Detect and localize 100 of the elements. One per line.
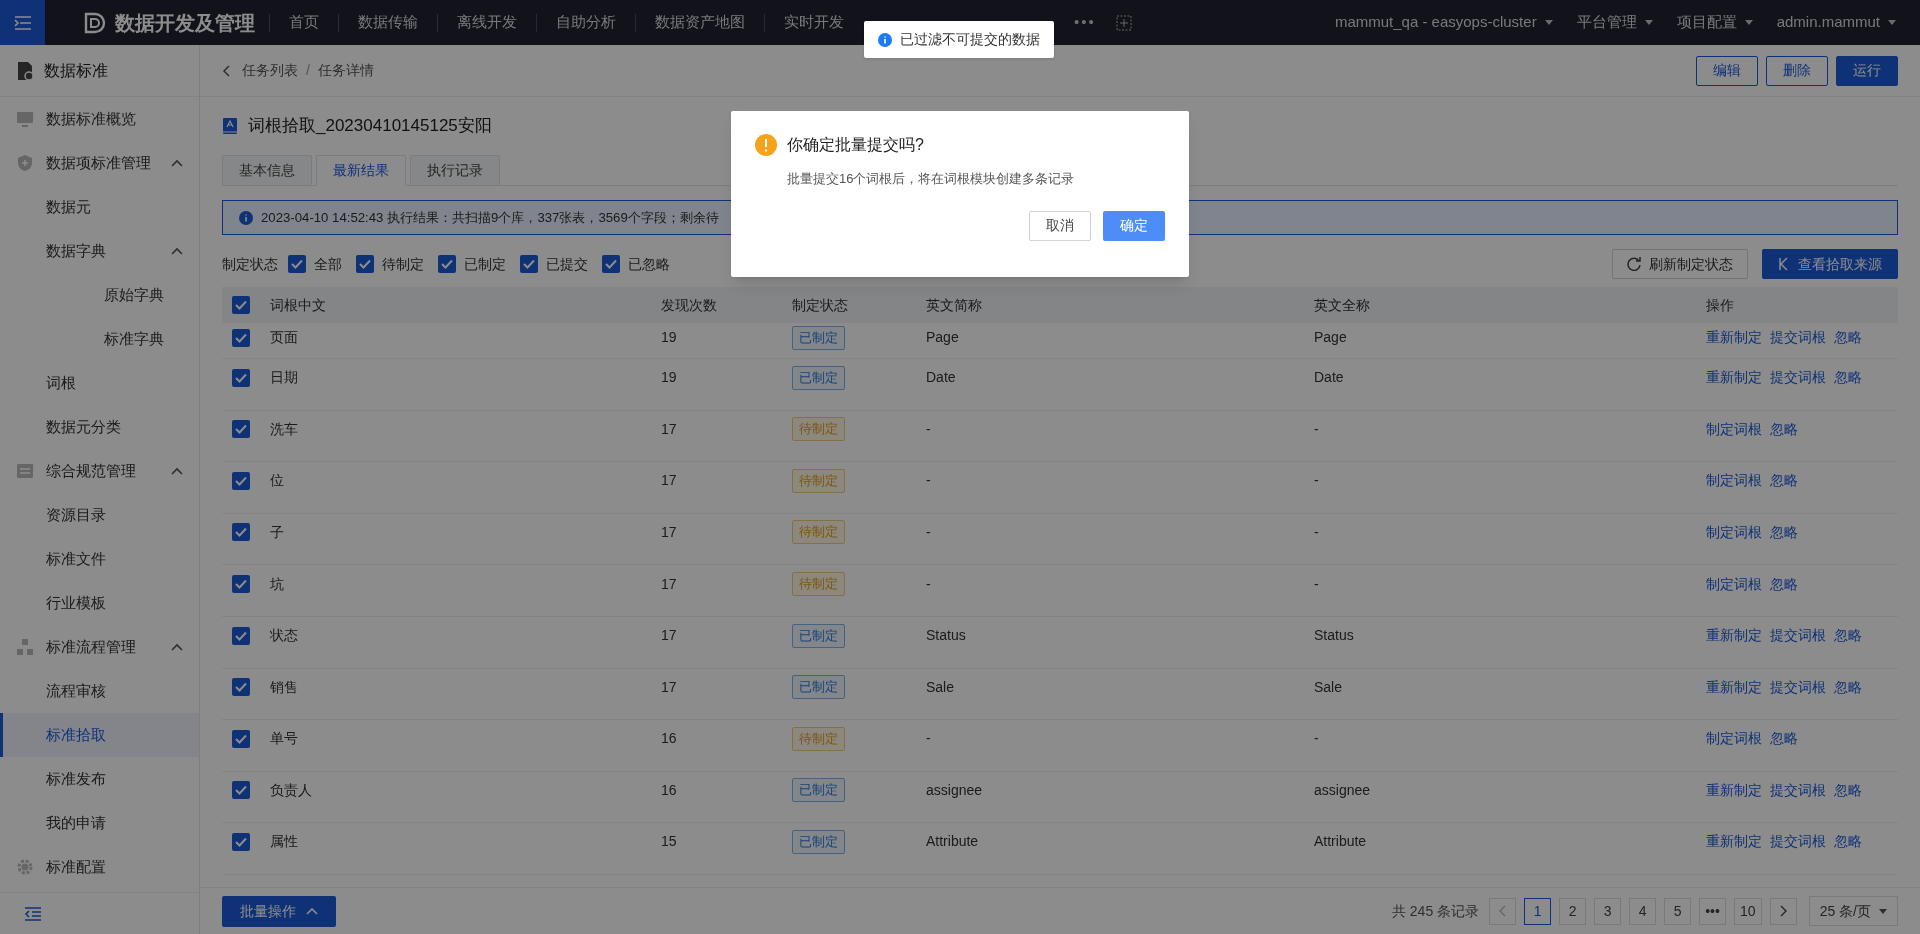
action-link[interactable]: 提交词根: [1770, 625, 1826, 647]
header-menu[interactable]: admin.mammut: [1764, 11, 1908, 34]
checkbox[interactable]: [356, 255, 374, 273]
collapse-button[interactable]: [24, 905, 42, 922]
nav-link[interactable]: 首页: [270, 11, 338, 34]
action-link[interactable]: 忽略: [1834, 779, 1862, 801]
header-menu[interactable]: mammut_qa - easyops-cluster: [1322, 11, 1565, 34]
action-link[interactable]: 忽略: [1834, 831, 1862, 853]
action-link[interactable]: 制定词根: [1706, 418, 1762, 440]
action-button[interactable]: 编辑: [1696, 55, 1758, 86]
action-link[interactable]: 重新制定: [1706, 676, 1762, 698]
checkbox[interactable]: [520, 255, 538, 273]
action-link[interactable]: 提交词根: [1770, 779, 1826, 801]
tab[interactable]: 最新结果: [316, 155, 406, 186]
action-link[interactable]: 提交词根: [1770, 831, 1826, 853]
checkbox[interactable]: [232, 471, 250, 490]
checkbox[interactable]: [232, 368, 250, 387]
sidebar-item[interactable]: 词根: [0, 361, 199, 405]
sidebar-item[interactable]: 标准流程管理: [0, 625, 199, 669]
sidebar-item[interactable]: 标准文件: [0, 537, 199, 581]
sidebar-item[interactable]: 标准字典: [0, 317, 199, 361]
checkbox[interactable]: [232, 575, 250, 593]
batch-button[interactable]: 批量操作: [222, 895, 336, 927]
sidebar-item[interactable]: 流程审核: [0, 669, 199, 713]
sidebar-item[interactable]: 数据标准概览: [0, 97, 199, 141]
action-link[interactable]: 重新制定: [1706, 831, 1762, 853]
header-menu[interactable]: 平台管理: [1564, 11, 1665, 34]
action-link[interactable]: 制定词根: [1706, 521, 1762, 543]
action-link[interactable]: 制定词根: [1706, 728, 1762, 750]
action-link[interactable]: 忽略: [1834, 367, 1862, 389]
checkbox[interactable]: [232, 523, 250, 542]
next-button[interactable]: [1769, 897, 1797, 925]
nav-link[interactable]: 自助分析: [537, 11, 635, 34]
sidebar-item[interactable]: 标准发布: [0, 757, 199, 801]
more-link[interactable]: •••: [1068, 11, 1102, 34]
action-link[interactable]: 忽略: [1834, 625, 1862, 647]
action-link[interactable]: 忽略: [1770, 418, 1798, 440]
action-link[interactable]: 忽略: [1770, 470, 1798, 492]
sidebar-item[interactable]: 原始字典: [0, 273, 199, 317]
action-button[interactable]: 运行: [1836, 55, 1898, 86]
nav-link[interactable]: 数据资产地图: [636, 11, 764, 34]
sidebar-item[interactable]: 资源目录: [0, 493, 199, 537]
checkbox[interactable]: [288, 255, 306, 273]
sidebar-item[interactable]: 数据元: [0, 185, 199, 229]
checkbox[interactable]: [438, 255, 456, 273]
action-link[interactable]: 提交词根: [1770, 327, 1826, 349]
action-button[interactable]: 删除: [1766, 55, 1828, 86]
action-link[interactable]: 提交词根: [1770, 676, 1826, 698]
sidebar-item[interactable]: 数据元分类: [0, 405, 199, 449]
page-button[interactable]: 3: [1594, 897, 1622, 925]
action-link[interactable]: 忽略: [1834, 676, 1862, 698]
checkbox[interactable]: [232, 420, 250, 439]
checkbox[interactable]: [232, 296, 250, 314]
confirm-button[interactable]: 确定: [1103, 210, 1165, 241]
table-cell-text: -: [1314, 471, 1320, 491]
action-link[interactable]: 制定词根: [1706, 573, 1762, 595]
checkbox[interactable]: [232, 626, 250, 645]
action-link[interactable]: 提交词根: [1770, 367, 1826, 389]
action-link[interactable]: 重新制定: [1706, 367, 1762, 389]
page-button[interactable]: •••: [1699, 897, 1727, 925]
page-button[interactable]: 5: [1664, 897, 1692, 925]
breadcrumb-link[interactable]: 任务详情: [317, 60, 374, 81]
action-link[interactable]: 重新制定: [1706, 327, 1762, 349]
page-size-select[interactable]: 25 条/页: [1808, 896, 1898, 926]
checkbox[interactable]: [232, 328, 250, 347]
back-icon[interactable]: [222, 64, 230, 77]
checkbox[interactable]: [232, 781, 250, 800]
action-link[interactable]: 重新制定: [1706, 779, 1762, 801]
sidebar-item[interactable]: 综合规范管理: [0, 449, 199, 493]
tab[interactable]: 执行记录: [410, 155, 500, 186]
page-button[interactable]: 4: [1629, 897, 1657, 925]
nav-link[interactable]: 离线开发: [438, 11, 536, 34]
checkbox[interactable]: [232, 678, 250, 697]
action-link[interactable]: 忽略: [1770, 573, 1798, 595]
cancel-button[interactable]: 取消: [1029, 210, 1091, 241]
checkbox[interactable]: [232, 833, 250, 851]
refresh-button[interactable]: 刷新制定状态: [1612, 249, 1748, 279]
nav-link[interactable]: 数据传输: [339, 11, 437, 34]
sidebar-item[interactable]: 标准拾取: [0, 713, 199, 757]
menu-button[interactable]: [0, 0, 45, 45]
page-button[interactable]: 10: [1734, 897, 1762, 925]
sidebar-item[interactable]: 标准配置: [0, 845, 199, 889]
header-menu[interactable]: 项目配置: [1664, 11, 1765, 34]
checkbox[interactable]: [232, 729, 250, 748]
action-link[interactable]: 忽略: [1770, 728, 1798, 750]
view-source-button[interactable]: 查看拾取来源: [1762, 249, 1898, 279]
sidebar-item[interactable]: 数据项标准管理: [0, 141, 199, 185]
page-button[interactable]: 2: [1559, 897, 1587, 925]
tab[interactable]: 基本信息: [222, 155, 312, 186]
page-button[interactable]: 1: [1524, 897, 1552, 925]
action-link[interactable]: 忽略: [1834, 327, 1862, 349]
action-link[interactable]: 制定词根: [1706, 470, 1762, 492]
sidebar-item[interactable]: 我的申请: [0, 801, 199, 845]
checkbox[interactable]: [602, 255, 620, 273]
sidebar-item[interactable]: 行业模板: [0, 581, 199, 625]
sidebar-item[interactable]: 数据字典: [0, 229, 199, 273]
action-link[interactable]: 忽略: [1770, 521, 1798, 543]
action-link[interactable]: 重新制定: [1706, 625, 1762, 647]
breadcrumb-link[interactable]: 任务列表: [242, 60, 298, 81]
nav-link[interactable]: 实时开发: [765, 11, 863, 34]
